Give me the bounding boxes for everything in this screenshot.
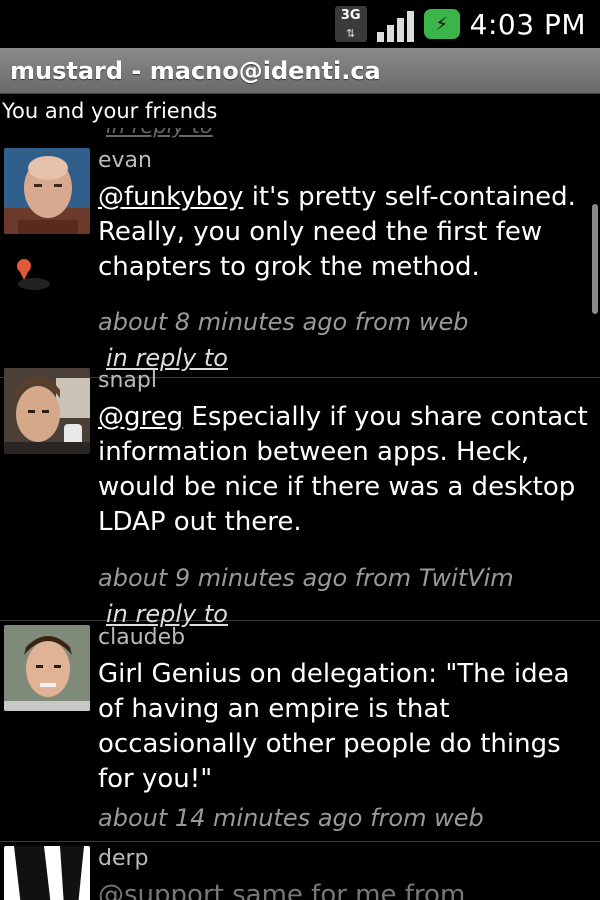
app-title: mustard - macno@identi.ca [10,56,381,85]
app-title-bar: mustard - macno@identi.ca [0,48,600,94]
list-item[interactable]: evan @funkyboy it's pretty self-containe… [0,144,600,378]
list-item[interactable]: claudeb Girl Genius on delegation: "The … [0,621,600,842]
3g-network-icon: 3G ⇅ [334,6,367,42]
scrollbar[interactable] [592,204,598,314]
notice-text: @funkyboy it's pretty self-contained. Re… [98,180,592,285]
notice-text: @greg Especially if you share contact in… [98,400,592,540]
timeline-title: You and your friends [2,99,218,123]
notice-meta: about 9 minutes ago from TwitVim [98,564,514,592]
notice-meta: about 14 minutes ago from web [98,804,484,832]
mention-link[interactable]: @funkyboy [98,182,243,212]
avatar[interactable] [4,846,90,900]
location-pin-icon[interactable] [14,256,54,292]
list-item[interactable]: snapl @greg Especially if you share cont… [0,364,600,628]
status-bar: 3G ⇅ ⚡ 4:03 PM [0,0,600,48]
clock: 4:03 PM [469,7,586,41]
mention-link[interactable]: @support [98,880,224,900]
signal-strength-icon [376,6,414,42]
notice-meta: about 8 minutes ago from web [98,308,469,336]
notice-text: Girl Genius on delegation: "The idea of … [98,657,592,797]
notice-username[interactable]: claudeb [98,625,185,650]
battery-charging-icon: ⚡ [423,9,460,39]
notice-username[interactable]: snapl [98,368,157,393]
avatar[interactable] [4,148,90,234]
avatar[interactable] [4,368,90,454]
list-item[interactable]: derp @support same for me from [0,842,600,900]
notice-text: @support same for me from [98,878,592,900]
notice-body: Girl Genius on delegation: "The idea of … [98,659,570,794]
avatar[interactable] [4,625,90,711]
network-type: 3G [340,8,361,23]
notice-username[interactable]: derp [98,846,149,871]
timeline-header: You and your friends [0,94,600,128]
notice-body: same for me from [223,880,466,900]
mention-link[interactable]: @greg [98,402,183,432]
partial-in-reply-to-link[interactable]: in reply to [106,128,213,138]
notice-username[interactable]: evan [98,148,152,173]
timeline-list[interactable]: in reply to evan @funkyboy it's pretty s… [0,128,600,900]
